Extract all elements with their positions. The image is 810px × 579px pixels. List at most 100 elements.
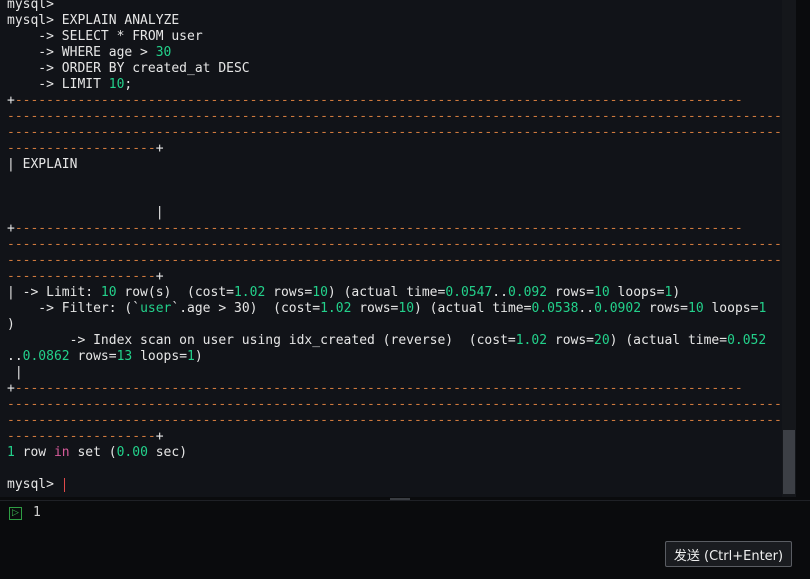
terminal-line: -> LIMIT 10; (7, 77, 782, 93)
terminal-text: 10 (398, 301, 415, 316)
terminal-text: 0.0862 (22, 349, 70, 364)
terminal-text: ----------------------------------------… (7, 237, 782, 252)
terminal-text: -> LIMIT (7, 77, 109, 92)
terminal-text: 10 (688, 301, 704, 316)
terminal-text: ----------------------------------------… (7, 125, 782, 140)
terminal-text: ------------------- (7, 141, 156, 156)
terminal-line: -------------------+ (7, 141, 782, 157)
terminal-text: ) (actual time= (327, 285, 446, 300)
terminal-text: 10 (100, 285, 117, 300)
terminal-text: ----------------------------------------… (7, 253, 782, 268)
terminal-text: loops= (703, 301, 759, 316)
terminal-text: -> SELECT * FROM user (7, 29, 203, 44)
terminal-text: 0.0902 (594, 301, 642, 316)
terminal-text: ) (672, 285, 681, 300)
terminal-line: ----------------------------------------… (7, 125, 782, 141)
terminal-text: ----------------------------------------… (14, 93, 743, 108)
terminal-text: 10 (312, 285, 328, 300)
terminal-text: ------------------- (7, 269, 156, 284)
terminal-text: user (140, 301, 172, 316)
terminal-text: -> Index scan on user using idx_created … (7, 333, 516, 348)
terminal-scrollbar[interactable] (782, 0, 796, 497)
terminal-text: mysql> EXPLAIN ANALYZE (7, 13, 180, 28)
terminal-text: 1 (187, 349, 195, 364)
input-panel[interactable]: ▷ 1 (0, 500, 810, 579)
terminal-line: +---------------------------------------… (7, 381, 782, 397)
terminal-line: 1 row in set (0.00 sec) (7, 445, 782, 461)
terminal-text: `.age > 30) (cost= (171, 301, 321, 316)
terminal-line: ----------------------------------------… (7, 397, 782, 413)
terminal-text: ) (7, 317, 15, 332)
terminal-input-icon: ▷ (9, 507, 22, 520)
send-button[interactable]: 发送 (Ctrl+Enter) (665, 541, 792, 567)
terminal-text: | (7, 365, 23, 380)
terminal-text: 0.0547 (445, 285, 493, 300)
terminal-line: ----------------------------------------… (7, 109, 782, 125)
text-cursor (63, 477, 65, 492)
terminal-text: 0.00 (116, 445, 148, 460)
scrollbar-thumb[interactable] (783, 430, 795, 494)
terminal-line: -> WHERE age > 30 (7, 45, 782, 61)
terminal-text: set ( (69, 445, 117, 460)
terminal-line: | EXPLAIN (7, 157, 782, 173)
terminal-line: ) (7, 317, 782, 333)
terminal-text: ----------------------------------------… (7, 397, 782, 412)
terminal-text: .. (492, 285, 508, 300)
terminal-text: 13 (116, 349, 133, 364)
terminal-line: ----------------------------------------… (7, 237, 782, 253)
terminal-text: | EXPLAIN (7, 157, 78, 172)
terminal-line: -> Filter: (`user`.age > 30) (cost=1.02 … (7, 301, 782, 317)
terminal-text: ------------------- (7, 429, 156, 444)
terminal-text: | (7, 205, 164, 220)
terminal-text: sec) (147, 445, 188, 460)
send-button-label: 发送 (Ctrl+Enter) (673, 548, 784, 564)
terminal-text: ) (194, 349, 203, 364)
terminal-text: 0.0538 (531, 301, 579, 316)
terminal-text: ) (actual time= (609, 333, 728, 348)
terminal-line: -> ORDER BY created_at DESC (7, 61, 782, 77)
terminal-text: 0.052 (727, 333, 767, 348)
terminal-text: rows= (641, 301, 688, 316)
terminal-text: + (155, 429, 164, 444)
terminal-text: ----------------------------------------… (14, 221, 743, 236)
terminal-text: + (155, 269, 164, 284)
terminal-text: + (7, 221, 15, 236)
terminal-output: mysql> mysql> EXPLAIN ANALYZE -> SELECT *… (0, 0, 782, 497)
terminal-text: row(s) (cost= (116, 285, 234, 300)
terminal-text: ----------------------------------------… (14, 381, 743, 396)
terminal-text: rows= (547, 333, 595, 348)
terminal-line: ----------------------------------------… (7, 253, 782, 269)
terminal-line: -------------------+ (7, 269, 782, 285)
terminal-text: 20 (594, 333, 610, 348)
terminal-text: 30 (155, 45, 172, 60)
terminal-lines: mysql> mysql> EXPLAIN ANALYZE -> SELECT *… (7, 0, 782, 493)
terminal-line: -------------------+ (7, 429, 782, 445)
terminal-text: in (53, 445, 70, 460)
terminal-text: rows= (547, 285, 595, 300)
terminal-line: -> Index scan on user using idx_created … (7, 333, 782, 349)
terminal-text: ) (actual time= (414, 301, 532, 316)
terminal-line: | -> Limit: 10 row(s) (cost=1.02 rows=10… (7, 285, 782, 301)
terminal-line: +---------------------------------------… (7, 93, 782, 109)
terminal-line: +---------------------------------------… (7, 221, 782, 237)
terminal-line: mysql> EXPLAIN ANALYZE (7, 13, 782, 29)
terminal-text: 0.092 (507, 285, 548, 300)
terminal-text: ----------------------------------------… (7, 413, 782, 428)
terminal-text: rows= (265, 285, 313, 300)
terminal-line: | (7, 205, 782, 221)
terminal-line: -> SELECT * FROM user (7, 29, 782, 45)
terminal-text: 1.02 (515, 333, 548, 348)
terminal-text: 10 (108, 77, 125, 92)
terminal-line: | (7, 365, 782, 381)
terminal-text: loops= (132, 349, 188, 364)
terminal-text: 1.02 (320, 301, 352, 316)
terminal-text: 1 (7, 445, 15, 460)
terminal-text: + (155, 141, 164, 156)
terminal-text: 1 (758, 301, 767, 316)
terminal-text: -> Filter: (` (7, 301, 141, 316)
input-text[interactable]: 1 (33, 505, 41, 520)
terminal-text: rows= (69, 349, 117, 364)
